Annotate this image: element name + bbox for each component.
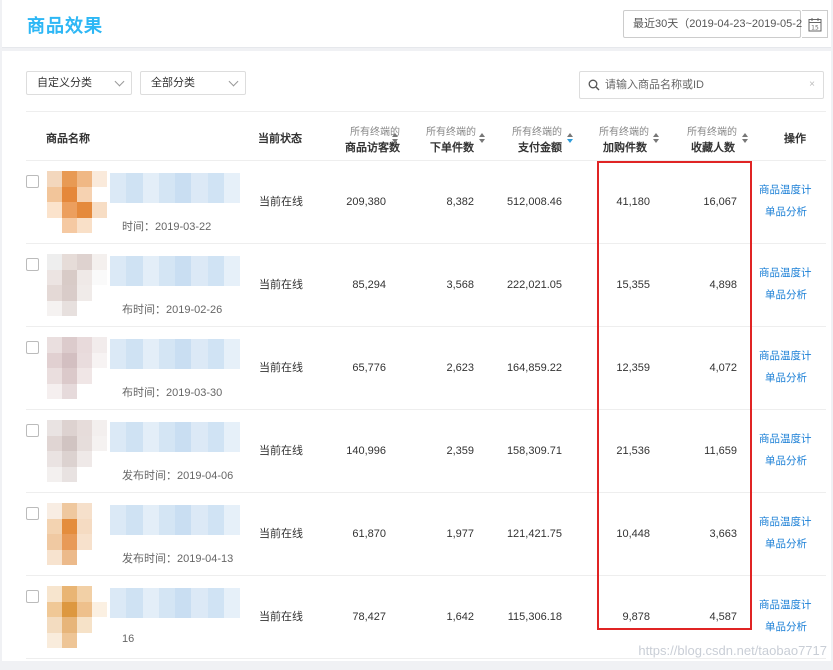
payment-cell: 512,008.46	[506, 196, 562, 208]
page-title: 商品效果	[27, 16, 103, 36]
product-thumbnail[interactable]	[47, 420, 107, 482]
payment-cell: 158,309.71	[506, 445, 562, 457]
payment-cell: 164,859.22	[506, 362, 562, 374]
product-thumbnail[interactable]	[47, 586, 107, 648]
publish-date: 发布时间：2019-04-06	[122, 467, 234, 483]
item-analysis-link[interactable]: 单品分析	[765, 453, 807, 468]
col-cart[interactable]: 所有终端的 加购件数	[599, 112, 649, 162]
product-title-blurred[interactable]	[110, 339, 240, 369]
payment-cell: 115,306.18	[507, 611, 562, 623]
highlight-box	[597, 161, 752, 630]
orders-cell: 8,382	[446, 196, 474, 208]
product-title-blurred[interactable]	[110, 422, 240, 452]
temperature-gauge-link[interactable]: 商品温度计	[759, 182, 812, 197]
row-checkbox[interactable]	[26, 590, 39, 603]
orders-cell: 1,642	[446, 611, 474, 623]
row-checkbox[interactable]	[26, 507, 39, 520]
page-header: 商品效果 最近30天（2019-04-23~2019-05-22） 15	[2, 0, 831, 48]
status-cell: 当前在线	[259, 528, 303, 540]
product-title-blurred[interactable]	[110, 588, 240, 618]
item-analysis-link[interactable]: 单品分析	[765, 204, 807, 219]
item-analysis-link[interactable]: 单品分析	[765, 536, 807, 551]
col-favorites[interactable]: 所有终端的 收藏人数	[687, 112, 737, 162]
publish-date: 16	[122, 633, 135, 645]
row-checkbox[interactable]	[26, 258, 39, 271]
status-cell: 当前在线	[259, 445, 303, 457]
status-cell: 当前在线	[259, 362, 303, 374]
product-thumbnail[interactable]	[47, 254, 107, 316]
sort-icon[interactable]	[391, 132, 399, 144]
status-cell: 当前在线	[259, 611, 303, 623]
table-header: 商品名称 当前状态 所有终端的 商品访客数 所有终端的 下单件数 所有终端的 支…	[26, 111, 826, 161]
publish-date: 发布时间：2019-04-13	[122, 550, 234, 566]
item-analysis-link[interactable]: 单品分析	[765, 370, 807, 385]
visitors-cell: 140,996	[346, 445, 386, 457]
chevron-down-icon	[114, 76, 125, 87]
sort-icon-active[interactable]	[566, 132, 574, 144]
item-analysis-link[interactable]: 单品分析	[765, 287, 807, 302]
temperature-gauge-link[interactable]: 商品温度计	[759, 431, 812, 446]
orders-cell: 1,977	[446, 528, 474, 540]
row-checkbox[interactable]	[26, 424, 39, 437]
sort-icon[interactable]	[652, 132, 660, 144]
date-range-selector[interactable]: 最近30天（2019-04-23~2019-05-22）	[623, 10, 819, 38]
status-cell: 当前在线	[259, 279, 303, 291]
publish-date: 时间：2019-03-22	[122, 218, 212, 234]
publish-date: 布时间：2019-02-26	[122, 301, 223, 317]
product-thumbnail[interactable]	[47, 171, 107, 233]
status-cell: 当前在线	[259, 196, 303, 208]
temperature-gauge-link[interactable]: 商品温度计	[759, 265, 812, 280]
product-title-blurred[interactable]	[110, 505, 240, 535]
temperature-gauge-link[interactable]: 商品温度计	[759, 348, 812, 363]
custom-category-select[interactable]: 自定义分类	[26, 71, 132, 95]
publish-date: 布时间：2019-03-30	[122, 384, 223, 400]
chevron-down-icon	[228, 76, 239, 87]
row-checkbox[interactable]	[26, 175, 39, 188]
clear-icon[interactable]: ×	[809, 72, 815, 98]
all-category-label: 全部分类	[151, 77, 195, 89]
visitors-cell: 78,427	[352, 611, 386, 623]
row-checkbox[interactable]	[26, 341, 39, 354]
product-title-blurred[interactable]	[110, 173, 240, 203]
item-analysis-link[interactable]: 单品分析	[765, 619, 807, 634]
payment-cell: 121,421.75	[506, 528, 562, 540]
visitors-cell: 65,776	[352, 362, 386, 374]
col-payment[interactable]: 所有终端的 支付金额	[512, 112, 562, 162]
calendar-icon[interactable]: 15	[802, 10, 828, 38]
search-icon	[588, 79, 600, 94]
product-title-blurred[interactable]	[110, 256, 240, 286]
orders-cell: 2,623	[446, 362, 474, 374]
visitors-cell: 61,870	[352, 528, 386, 540]
svg-text:15: 15	[811, 24, 819, 31]
product-thumbnail[interactable]	[47, 337, 107, 399]
visitors-cell: 85,294	[352, 279, 386, 291]
sort-icon[interactable]	[478, 132, 486, 144]
orders-cell: 2,359	[446, 445, 474, 457]
all-category-select[interactable]: 全部分类	[140, 71, 246, 95]
custom-category-label: 自定义分类	[37, 77, 92, 89]
visitors-cell: 209,380	[346, 196, 386, 208]
temperature-gauge-link[interactable]: 商品温度计	[759, 514, 812, 529]
search-input[interactable]: 请输入商品名称或ID ×	[579, 71, 824, 99]
product-thumbnail[interactable]	[47, 503, 107, 565]
search-placeholder: 请输入商品名称或ID	[605, 79, 704, 91]
payment-cell: 222,021.05	[506, 279, 562, 291]
orders-cell: 3,568	[446, 279, 474, 291]
temperature-gauge-link[interactable]: 商品温度计	[759, 597, 812, 612]
col-orders[interactable]: 所有终端的 下单件数	[426, 112, 476, 162]
sort-icon[interactable]	[741, 132, 749, 144]
watermark: https://blog.csdn.net/taobao7717	[638, 643, 827, 658]
